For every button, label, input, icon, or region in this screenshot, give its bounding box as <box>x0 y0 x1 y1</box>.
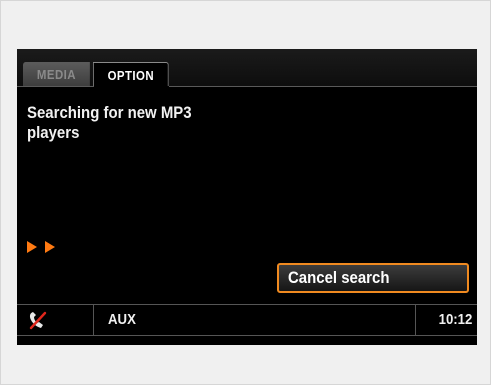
device-frame: MEDIA OPTION Searching for new MP3 playe… <box>0 0 491 385</box>
message-line-2: players <box>27 123 80 142</box>
tab-divider-gap <box>94 86 169 87</box>
clock-time: 10:12 <box>438 311 472 328</box>
phone-status-cell[interactable] <box>17 305 94 335</box>
display-screen: MEDIA OPTION Searching for new MP3 playe… <box>17 49 477 345</box>
cancel-search-label: Cancel search <box>288 268 390 287</box>
audio-source-cell: AUX <box>94 305 414 335</box>
tab-bar: MEDIA OPTION <box>17 49 477 87</box>
tab-media[interactable]: MEDIA <box>23 62 90 87</box>
phone-crossed-icon <box>29 311 47 330</box>
audio-source-label: AUX <box>108 311 136 328</box>
search-status-message: Searching for new MP3 players <box>27 103 256 143</box>
cancel-search-button[interactable]: Cancel search <box>277 263 469 293</box>
progress-arrows <box>27 241 55 261</box>
message-line-1: Searching for new MP3 <box>27 103 192 122</box>
status-bar: AUX 10:12 <box>17 304 477 336</box>
play-arrow-icon <box>45 241 55 253</box>
tab-option[interactable]: OPTION <box>93 62 169 87</box>
clock-cell: 10:12 <box>415 305 477 335</box>
tab-divider <box>17 86 477 87</box>
play-arrow-icon <box>27 241 37 253</box>
